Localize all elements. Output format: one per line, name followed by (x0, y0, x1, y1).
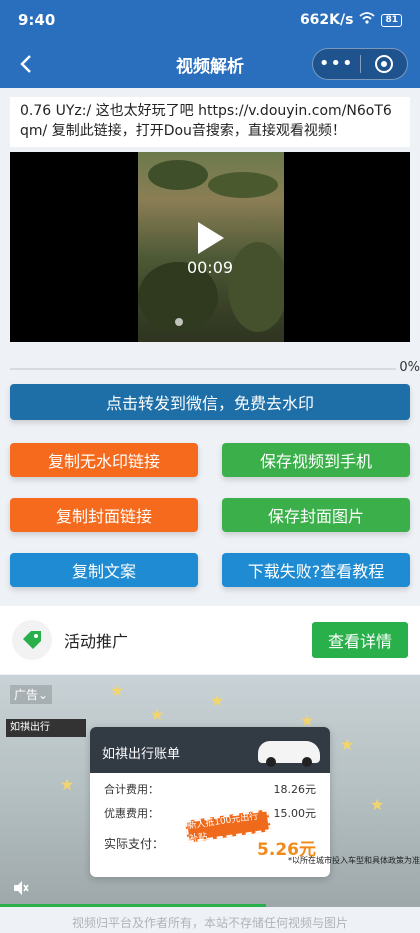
view-details-button[interactable]: 查看详情 (312, 622, 408, 658)
target-icon (374, 55, 393, 73)
promo-bar: 活动推广 查看详情 (0, 606, 420, 674)
tag-icon (23, 631, 41, 649)
copy-cover-link-button[interactable]: 复制封面链接 (10, 498, 198, 532)
ad-row: 合计费用： 18.26元 (90, 781, 330, 797)
network-speed: 662K/s (299, 12, 354, 28)
share-to-wechat-button[interactable]: 点击转发到微信，免费去水印 (10, 384, 410, 420)
promo-label: 活动推广 (64, 632, 129, 651)
share-link-text[interactable]: 0.76 UYz:/ 这也太好玩了吧 https://v.douyin.com/… (10, 97, 410, 147)
progress-percent: 0% (399, 360, 420, 375)
car-icon (258, 741, 320, 767)
back-button[interactable] (12, 50, 40, 78)
chevron-left-icon (20, 55, 31, 73)
nav-bar: 视频解析 ••• (0, 40, 420, 88)
copy-caption-button[interactable]: 复制文案 (10, 553, 198, 587)
ad-row-value: 15.00元 (273, 807, 317, 820)
ad-banner[interactable]: 广告⌄ 如祺出行 ★ ★ ★ ★ ★ ★ ★ ★ 如祺出行账单 合计费用： 18… (0, 675, 420, 907)
ad-note: *以所在城市投入车型和具体政策为准 (288, 856, 420, 865)
promo-icon-wrap (12, 620, 52, 660)
ad-row-label: 合计费用： (104, 783, 159, 796)
ad-row-value: 18.26元 (273, 783, 317, 796)
video-scenery (228, 242, 284, 332)
download-progress: 0% (10, 360, 420, 376)
video-scenery (148, 160, 208, 190)
star-icon: ★ (340, 735, 355, 754)
star-icon: ★ (60, 775, 75, 794)
progress-track (10, 368, 396, 370)
video-duration: 00:09 (186, 258, 234, 277)
ad-tag[interactable]: 广告⌄ (10, 685, 53, 704)
star-icon: ★ (110, 681, 125, 700)
status-right: 662K/s 81 (300, 12, 402, 28)
copy-no-watermark-link-button[interactable]: 复制无水印链接 (10, 443, 198, 477)
mute-icon[interactable] (12, 879, 30, 897)
star-icon: ★ (210, 691, 225, 710)
star-icon: ★ (150, 705, 165, 724)
ad-progress-line (0, 904, 266, 907)
play-icon[interactable] (196, 220, 226, 256)
wifi-icon (359, 12, 376, 28)
video-scenery (208, 172, 278, 198)
ad-total-label: 实际支付： (104, 837, 165, 851)
save-video-button[interactable]: 保存视频到手机 (222, 443, 410, 477)
status-time: 9:40 (18, 11, 56, 29)
footer-disclaimer: 视频归平台及作者所有，本站不存储任何视频与图片 (71, 916, 348, 930)
page-title: 视频解析 (176, 56, 244, 77)
video-progress-dot (175, 318, 183, 326)
video-player[interactable]: 00:09 (10, 152, 410, 342)
save-cover-image-button[interactable]: 保存封面图片 (222, 498, 410, 532)
mini-program-capsule: ••• (312, 48, 408, 80)
download-help-button[interactable]: 下载失败?查看教程 (222, 553, 410, 587)
close-mini-program-button[interactable] (361, 55, 408, 73)
more-menu-button[interactable]: ••• (313, 51, 360, 77)
ad-brand: 如祺出行 (6, 719, 86, 737)
status-bar: 9:40 662K/s 81 (0, 0, 420, 40)
star-icon: ★ (370, 795, 385, 814)
battery-icon: 81 (381, 13, 402, 27)
